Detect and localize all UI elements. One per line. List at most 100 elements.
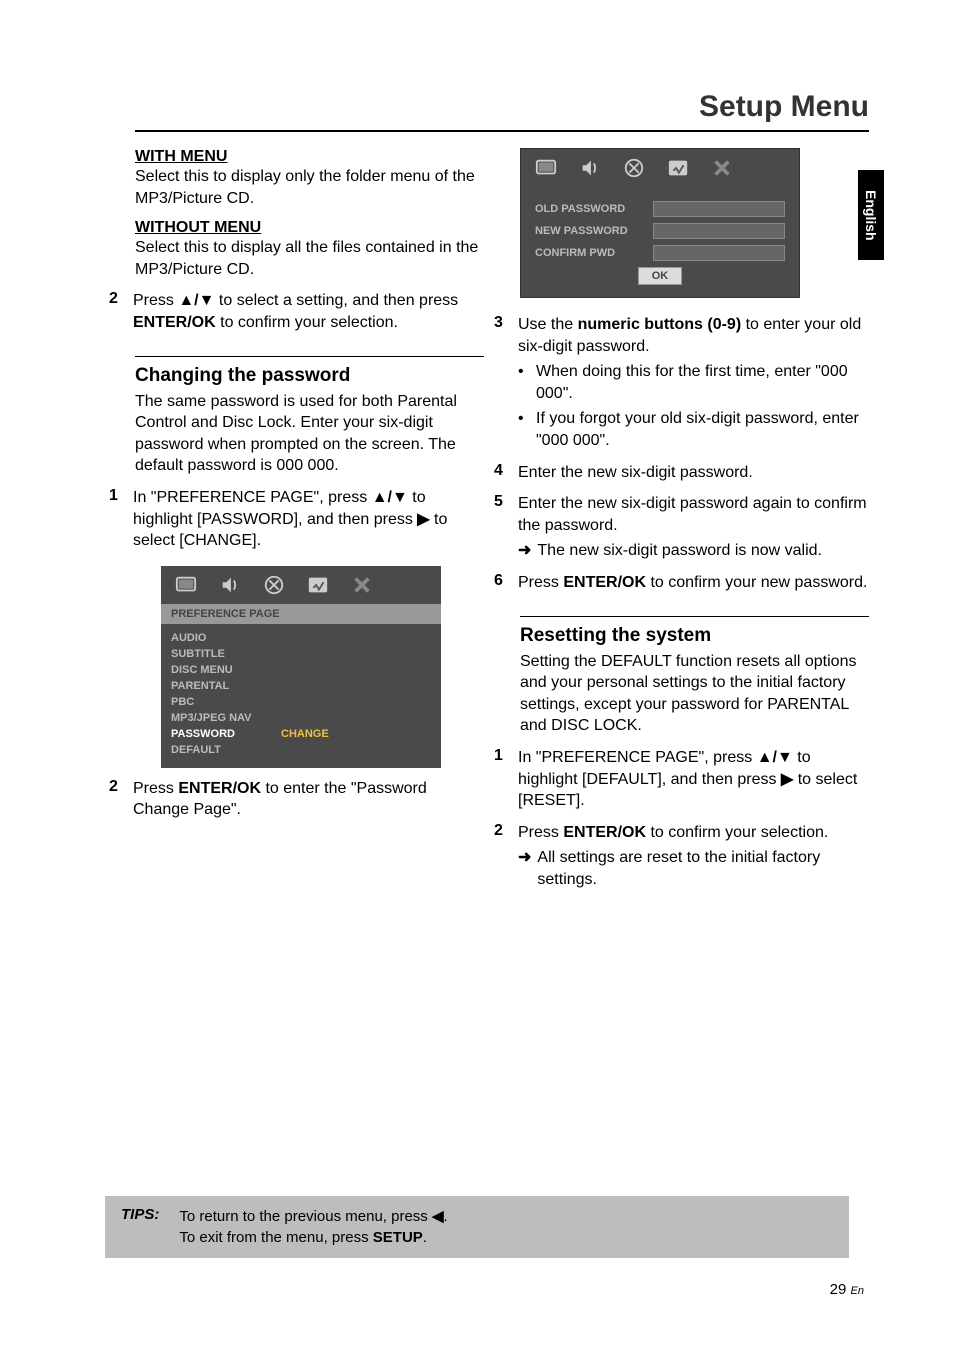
t: SETUP <box>373 1229 423 1246</box>
osd-password-change: OLD PASSWORD NEW PASSWORD CONFIRM PWD OK <box>520 148 800 298</box>
close-icon <box>709 157 735 179</box>
step-number: 2 <box>494 822 508 891</box>
t: numeric buttons (0-9) <box>578 316 742 333</box>
step-number: 3 <box>494 314 508 452</box>
bullet-dot: • <box>518 408 528 451</box>
preference-icon <box>305 574 331 596</box>
resetting-body: Setting the DEFAULT function resets all … <box>520 651 869 737</box>
osd-item: DEFAULT <box>171 742 431 758</box>
step-body: Press ENTER/OK to confirm your selection… <box>518 822 869 891</box>
right-column: OLD PASSWORD NEW PASSWORD CONFIRM PWD OK… <box>520 144 869 890</box>
osd-body: AUDIO SUBTITLE DISC MENU PARENTAL PBC MP… <box>161 624 441 768</box>
preference-icon <box>665 157 691 179</box>
page-title: Setup Menu <box>135 90 869 132</box>
tips-bar: TIPS: To return to the previous menu, pr… <box>105 1196 849 1258</box>
t: Enter the new six-digit password again t… <box>518 495 867 534</box>
reset-step2: 2 Press ENTER/OK to confirm your selecti… <box>494 822 869 891</box>
step-body: In "PREFERENCE PAGE", press ▲/▼ to highl… <box>518 747 869 812</box>
t: ENTER/OK <box>178 780 261 797</box>
general-icon <box>173 574 199 596</box>
without-menu-body: Select this to display all the files con… <box>135 237 484 280</box>
step-number: 6 <box>494 572 508 594</box>
right-step6: 6 Press ENTER/OK to confirm your new pas… <box>494 572 869 594</box>
step-number: 5 <box>494 493 508 562</box>
page-number-value: 29 <box>830 1281 847 1298</box>
t: . <box>423 1229 427 1246</box>
with-menu-body: Select this to display only the folder m… <box>135 166 484 209</box>
divider <box>135 356 484 357</box>
left-step2: 2 Press ▲/▼ to select a setting, and the… <box>109 290 484 333</box>
bullet-dot: • <box>518 361 528 404</box>
old-password-row: OLD PASSWORD <box>535 201 785 217</box>
t: To return to the previous menu, press <box>179 1208 432 1225</box>
step-number: 1 <box>109 487 123 552</box>
video-icon <box>621 157 647 179</box>
t: In "PREFERENCE PAGE", press <box>133 489 372 506</box>
t: Press <box>133 780 178 797</box>
t: ▶ <box>781 771 793 788</box>
t: . <box>444 1208 448 1225</box>
page-number: 29 En <box>830 1281 864 1298</box>
audio-icon <box>217 574 243 596</box>
bullet-text: If you forgot your old six-digit passwor… <box>536 408 869 451</box>
resetting-head: Resetting the system <box>520 625 869 647</box>
step-number: 1 <box>494 747 508 812</box>
left-step2b: 2 Press ENTER/OK to enter the "Password … <box>109 778 484 821</box>
result-line: ➜All settings are reset to the initial f… <box>518 847 869 890</box>
changing-password-body: The same password is used for both Paren… <box>135 391 484 477</box>
new-password-row: NEW PASSWORD <box>535 223 785 239</box>
osd-item: MP3/JPEG NAV <box>171 710 431 726</box>
step-number: 2 <box>109 778 123 821</box>
step-body: Press ▲/▼ to select a setting, and then … <box>133 290 484 333</box>
changing-password-head: Changing the password <box>135 365 484 387</box>
t: to confirm your new password. <box>646 574 867 591</box>
old-password-box <box>653 201 785 217</box>
t: to confirm your selection. <box>216 314 398 331</box>
t: to select a setting, and then press <box>214 292 458 309</box>
divider <box>520 616 869 617</box>
left-column: WITH MENU Select this to display only th… <box>135 144 484 890</box>
arrow-icon: ➜ <box>518 847 531 890</box>
new-password-box <box>653 223 785 239</box>
t: ENTER/OK <box>563 574 646 591</box>
t: In "PREFERENCE PAGE", press <box>518 749 757 766</box>
osd-preference-page: PREFERENCE PAGE AUDIO SUBTITLE DISC MENU… <box>161 566 441 768</box>
osd-title: PREFERENCE PAGE <box>161 604 441 624</box>
osd2-tab-icons <box>521 149 799 187</box>
osd-item-selected: PASSWORDCHANGE <box>171 726 431 742</box>
osd-item: PARENTAL <box>171 678 431 694</box>
right-step3: 3 Use the numeric buttons (0-9) to enter… <box>494 314 869 452</box>
audio-icon <box>577 157 603 179</box>
step-number: 4 <box>494 462 508 484</box>
confirm-password-row: CONFIRM PWD <box>535 245 785 261</box>
t: Press <box>133 292 178 309</box>
osd-item: PBC <box>171 694 431 710</box>
language-tab: English <box>858 170 884 260</box>
ok-button: OK <box>638 267 682 285</box>
close-icon <box>349 574 375 596</box>
osd-item: AUDIO <box>171 630 431 646</box>
left-step1b: 1 In "PREFERENCE PAGE", press ▲/▼ to hig… <box>109 487 484 552</box>
arrow-icon: ➜ <box>518 540 531 562</box>
osd-item: SUBTITLE <box>171 646 431 662</box>
right-step4: 4 Enter the new six-digit password. <box>494 462 869 484</box>
with-menu-head: WITH MENU <box>135 148 484 166</box>
osd-item: DISC MENU <box>171 662 431 678</box>
bullet: •If you forgot your old six-digit passwo… <box>518 408 869 451</box>
bullet: •When doing this for the first time, ent… <box>518 361 869 404</box>
without-menu-head: WITHOUT MENU <box>135 219 484 237</box>
result-line: ➜ The new six-digit password is now valid… <box>518 540 869 562</box>
step-body: Enter the new six-digit password again t… <box>518 493 869 562</box>
step-number: 2 <box>109 290 123 333</box>
t: ▶ <box>417 511 429 528</box>
t: ▲/▼ <box>178 292 214 309</box>
t: ▲/▼ <box>757 749 793 766</box>
result-text: The new six-digit password is now valid. <box>537 540 822 562</box>
t: ENTER/OK <box>133 314 216 331</box>
tips-label: TIPS: <box>121 1206 159 1248</box>
osd2-body: OLD PASSWORD NEW PASSWORD CONFIRM PWD OK <box>521 187 799 297</box>
result-text: All settings are reset to the initial fa… <box>537 847 869 890</box>
step-body: In "PREFERENCE PAGE", press ▲/▼ to highl… <box>133 487 484 552</box>
language-tab-label: English <box>863 190 879 241</box>
confirm-password-box <box>653 245 785 261</box>
